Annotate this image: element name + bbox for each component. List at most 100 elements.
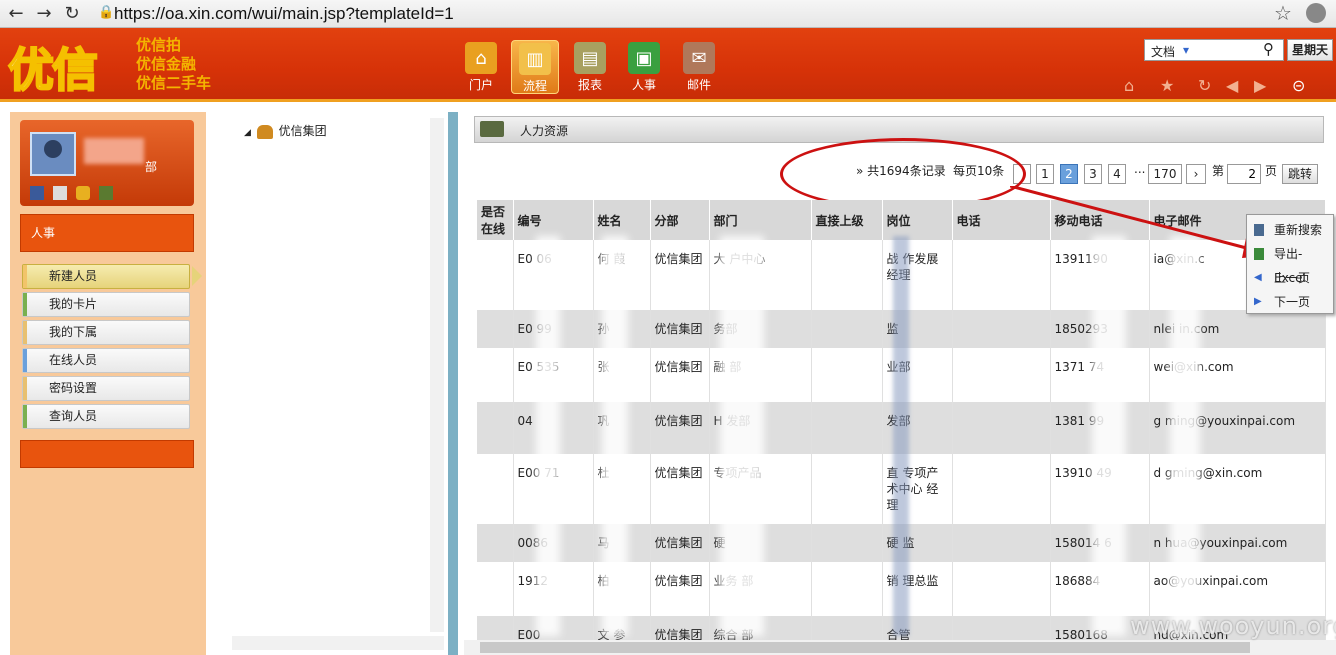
column-header[interactable]: 岗位 — [882, 200, 953, 240]
table-cell — [811, 310, 883, 348]
slogan: 优信拍 — [136, 36, 182, 54]
page-link[interactable]: 1 — [1036, 164, 1054, 184]
table-cell — [811, 616, 883, 640]
column-header[interactable]: 分部 — [650, 200, 710, 240]
goto-page-input[interactable] — [1227, 164, 1261, 184]
module-portal[interactable]: ⌂ 门户 — [457, 40, 505, 94]
column-header[interactable]: 姓名 — [593, 200, 651, 240]
triangle-right-icon: ▶ — [1254, 296, 1262, 307]
home-icon: ⌂ — [465, 42, 497, 74]
menu-item-research[interactable]: 重新搜索 — [1250, 218, 1334, 242]
sidebar-item-new-staff[interactable]: 新建人员 — [22, 264, 190, 289]
table-cell — [811, 562, 883, 616]
menu-item-label: 下一页 — [1274, 295, 1311, 309]
page-link-current[interactable]: 2 — [1060, 164, 1078, 184]
sidebar-item-search-staff[interactable]: 查询人员 — [22, 404, 190, 429]
menu-item-next-page[interactable]: ▶ 下一页 — [1250, 290, 1334, 314]
menu-item-prev-page[interactable]: ◀ 上一页 — [1250, 266, 1334, 290]
next-page-button[interactable]: › — [1186, 164, 1206, 184]
favorite-star-icon[interactable]: ★ — [1160, 76, 1174, 95]
redaction-smear — [893, 236, 909, 636]
forward-arrow-icon[interactable]: → — [32, 2, 56, 26]
hr-card-icon: ▣ — [628, 42, 660, 74]
reload-icon[interactable]: ↻ — [60, 2, 84, 26]
column-header[interactable]: 部门 — [709, 200, 812, 240]
search-type-select[interactable]: 文档 ▾ ⚲ — [1144, 39, 1284, 61]
address-bar[interactable]: https://oa.xin.com/wui/main.jsp?template… — [94, 3, 1294, 25]
search-type-value: 文档 — [1151, 45, 1176, 59]
table-cell — [952, 616, 1051, 640]
book-icon[interactable] — [30, 186, 44, 200]
table-cell — [477, 240, 514, 310]
weekday-button[interactable]: 星期天 — [1287, 39, 1333, 61]
logout-icon[interactable]: ⊝ — [1292, 76, 1305, 95]
table-cell — [477, 402, 514, 454]
table-cell — [477, 454, 514, 524]
page-link[interactable]: 3 — [1084, 164, 1102, 184]
table-cell — [477, 562, 514, 616]
org-chart-icon[interactable] — [99, 186, 113, 200]
table-cell — [477, 524, 514, 562]
extension-icon[interactable] — [1306, 3, 1326, 23]
logo-slogans: 优信拍 优信金融 优信二手车 — [136, 36, 211, 93]
search-icon[interactable]: ⚲ — [1263, 40, 1274, 58]
redaction-smear — [1092, 236, 1126, 636]
sidebar-item-my-card[interactable]: 我的卡片 — [22, 292, 190, 317]
table-cell: 优信集团 — [650, 310, 710, 348]
page-link-last[interactable]: 170 — [1148, 164, 1182, 184]
menu-item-label: 重新搜索 — [1274, 223, 1323, 237]
lock-icon[interactable] — [76, 186, 90, 200]
search-list-icon — [1254, 224, 1264, 236]
home-icon[interactable]: ⌂ — [1124, 76, 1134, 95]
sidebar-item-subordinates[interactable]: 我的下属 — [22, 320, 190, 345]
back-icon[interactable]: ◀ — [1226, 76, 1238, 95]
redacted-username — [84, 138, 144, 164]
module-reports[interactable]: ▤ 报表 — [566, 40, 614, 94]
note-icon[interactable] — [53, 186, 67, 200]
goto-button[interactable]: 跳转 — [1282, 164, 1318, 184]
panel-splitter[interactable] — [448, 112, 458, 655]
table-cell: 优信集团 — [650, 562, 710, 616]
sidebar-item-label: 我的卡片 — [49, 297, 98, 311]
table-cell: 优信集团 — [650, 454, 710, 524]
module-label: 人事 — [631, 78, 656, 92]
org-tree-panel — [212, 112, 444, 655]
triangle-left-icon: ◀ — [1254, 272, 1262, 283]
sidebar-category[interactable]: 人事 — [20, 214, 194, 252]
redaction-smear — [720, 236, 764, 636]
table-cell: 优信集团 — [650, 402, 710, 454]
tree-horizontal-scrollbar[interactable] — [232, 636, 444, 650]
triangle-expanded-icon[interactable]: ◢ — [244, 128, 251, 138]
table-cell — [952, 348, 1051, 402]
watermark: www.wooyun.org — [1130, 612, 1336, 640]
bookmark-star-icon[interactable]: ☆ — [1274, 1, 1292, 25]
goto-prefix: 第 — [1212, 164, 1225, 178]
tree-vertical-scrollbar[interactable] — [430, 118, 444, 632]
selected-arrow — [192, 266, 202, 286]
redaction-smear — [1170, 236, 1200, 636]
forward-icon[interactable]: ▶ — [1254, 76, 1266, 95]
sidebar-item-password[interactable]: 密码设置 — [22, 376, 190, 401]
column-header[interactable]: 编号 — [513, 200, 594, 240]
table-cell — [952, 454, 1051, 524]
table-cell — [477, 616, 514, 640]
sidebar-item-label: 查询人员 — [49, 409, 98, 423]
avatar[interactable] — [30, 132, 76, 176]
sidebar-item-label: 我的下属 — [49, 325, 98, 339]
menu-item-export-excel[interactable]: 导出-Excel — [1250, 242, 1334, 285]
scrollbar-thumb[interactable] — [480, 642, 1250, 653]
module-mail[interactable]: ✉ 邮件 — [675, 40, 723, 94]
column-header[interactable]: 直接上级 — [811, 200, 883, 240]
back-arrow-icon[interactable]: ← — [4, 2, 28, 26]
tree-node-root[interactable]: ◢ 优信集团 — [244, 122, 327, 139]
sidebar-item-online-staff[interactable]: 在线人员 — [22, 348, 190, 373]
module-hr[interactable]: ▣ 人事 — [620, 40, 668, 94]
module-workflow[interactable]: ▥ 流程 — [511, 40, 559, 94]
table-cell — [811, 524, 883, 562]
column-header[interactable]: 是否在线 — [477, 200, 514, 240]
refresh-icon[interactable]: ↻ — [1198, 76, 1211, 95]
page-link[interactable]: 4 — [1108, 164, 1126, 184]
sidebar-item-label: 密码设置 — [49, 381, 98, 395]
tree-node-label: 优信集团 — [278, 124, 327, 138]
people-icon — [256, 124, 273, 139]
